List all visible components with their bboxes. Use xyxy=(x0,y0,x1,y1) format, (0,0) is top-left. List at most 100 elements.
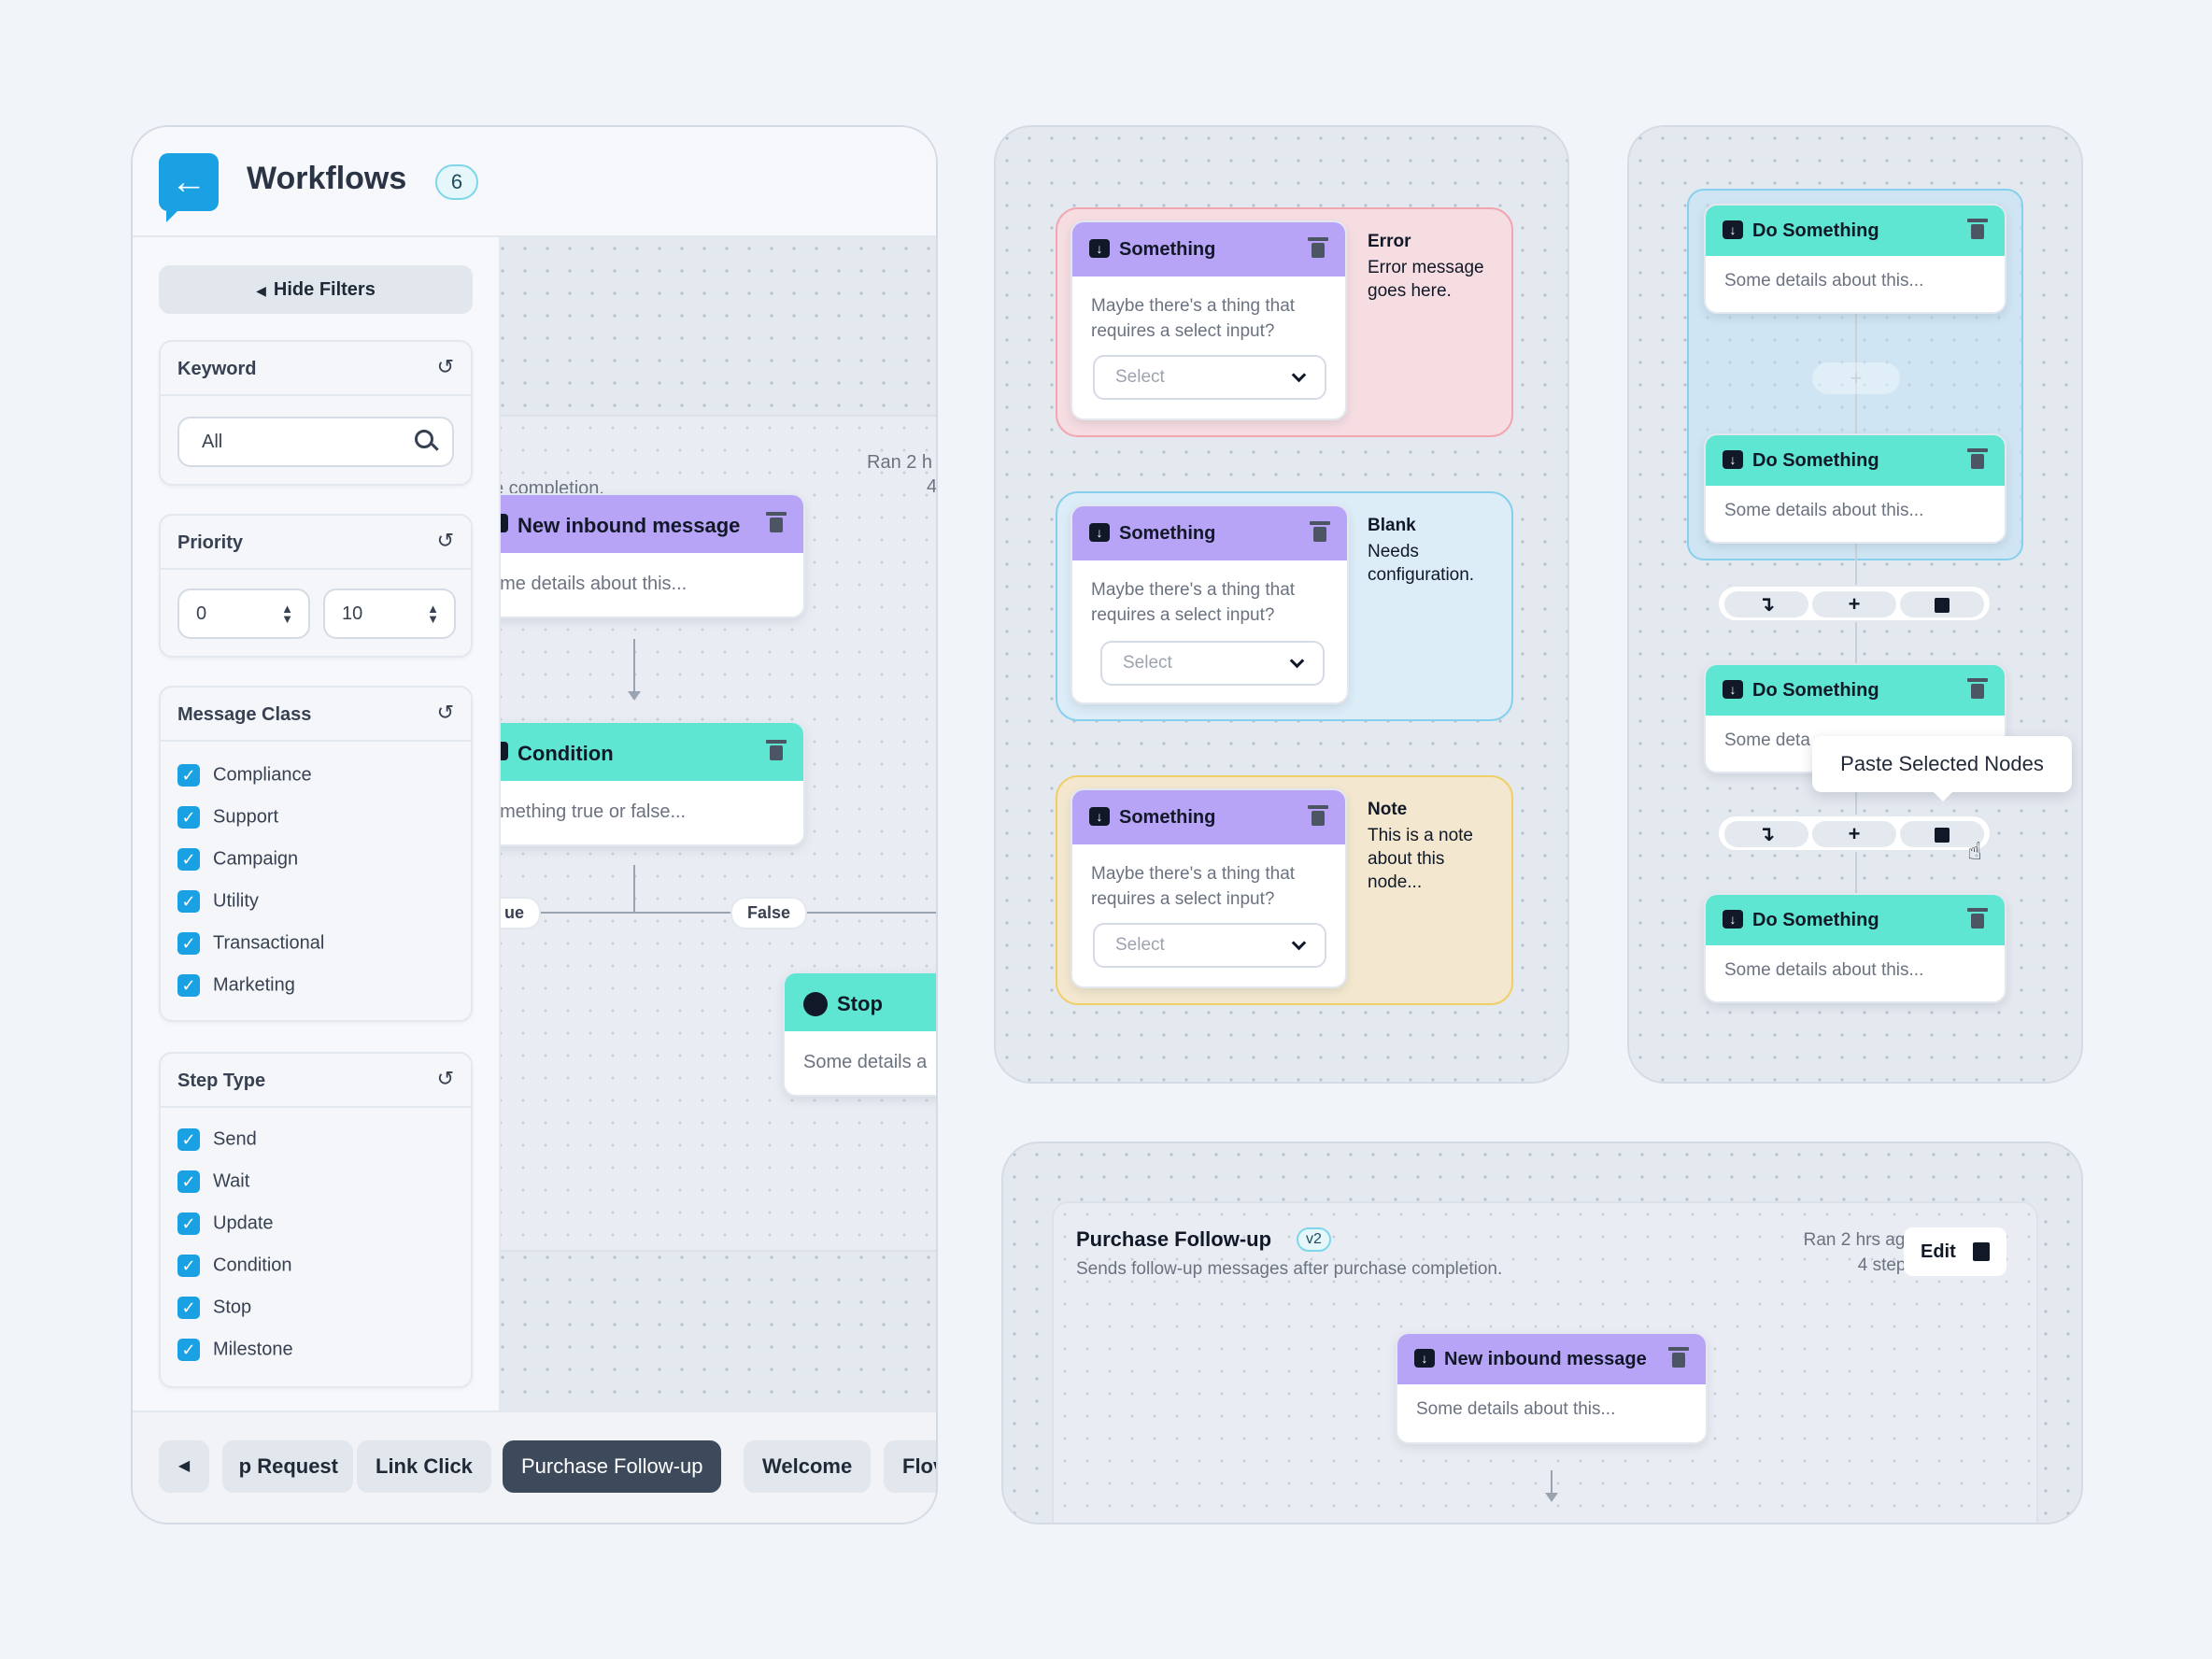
checkbox-send[interactable]: ✓ Send xyxy=(177,1128,257,1156)
node-title: New inbound message xyxy=(1444,1349,1647,1369)
reset-icon[interactable]: ↺ xyxy=(437,355,454,379)
filter-label: Step Type xyxy=(177,1071,266,1091)
checkbox-label: Condition xyxy=(213,1255,292,1276)
tab-workflow-active[interactable]: Purchase Follow-up xyxy=(503,1440,722,1493)
priority-max-value: 10 xyxy=(342,603,363,624)
keyword-input[interactable]: All xyxy=(177,417,454,467)
node-body: Some details about this... xyxy=(1724,501,1924,520)
reset-icon[interactable]: ↺ xyxy=(437,701,454,725)
check-icon: ✓ xyxy=(177,1255,200,1277)
message-icon: ↓ xyxy=(1414,1349,1435,1368)
back-arrow-icon[interactable]: ← xyxy=(159,153,219,222)
stop-icon xyxy=(803,992,828,1016)
tab-workflow[interactable]: Welcome xyxy=(744,1440,872,1493)
hide-filters-button[interactable]: ◀ Hide Filters xyxy=(159,265,473,314)
do-something-node-2[interactable]: ↓ Do Something Some details about this..… xyxy=(1704,433,2006,544)
checkbox-label: Compliance xyxy=(213,764,312,786)
checkbox-condition[interactable]: ✓ Condition xyxy=(177,1255,292,1283)
checkbox-transactional[interactable]: ✓ Transactional xyxy=(177,932,324,960)
select-input[interactable]: Select xyxy=(1100,641,1325,686)
trash-icon[interactable] xyxy=(1308,237,1328,258)
node-title: Something xyxy=(1119,807,1216,828)
check-icon: ✓ xyxy=(177,848,200,871)
insert-branch-button[interactable]: ↴ xyxy=(1724,591,1808,617)
trash-icon[interactable] xyxy=(1967,908,1988,929)
checkbox-support[interactable]: ✓ Support xyxy=(177,806,278,834)
do-something-node-4[interactable]: ↓ Do Something Some details about this..… xyxy=(1704,893,2006,1003)
checkbox-label: Wait xyxy=(213,1170,250,1192)
run-meta: Ran 2 hrs ago 4 steps xyxy=(1804,1227,1915,1278)
state-text: This is a note about this node... xyxy=(1368,826,1473,892)
run-info: Ran 2 h xyxy=(867,452,933,473)
add-step-button[interactable]: + xyxy=(1812,821,1896,847)
flow-node-inbound[interactable]: ↓ New inbound message Some details about… xyxy=(1396,1332,1708,1444)
chevron-down-icon xyxy=(1291,367,1307,383)
flow-node-inbound[interactable]: ↓ New inbound message ome details about … xyxy=(469,493,805,618)
check-icon: ✓ xyxy=(177,1297,200,1319)
node-title: Do Something xyxy=(1752,680,1879,701)
trash-icon[interactable] xyxy=(1668,1347,1689,1368)
check-icon: ✓ xyxy=(177,764,200,787)
edit-icon xyxy=(1973,1242,1990,1261)
priority-min-input[interactable]: 0 ▲ ▼ xyxy=(177,588,310,639)
checkbox-compliance[interactable]: ✓ Compliance xyxy=(177,764,312,792)
trash-icon[interactable] xyxy=(1310,521,1330,542)
keyword-filter: Keyword ↺ All xyxy=(159,340,473,486)
trash-icon[interactable] xyxy=(766,512,787,532)
trash-icon[interactable] xyxy=(1967,219,1988,239)
node-blank[interactable]: ↓ Something Maybe there's a thing that r… xyxy=(1071,504,1349,704)
message-icon: ↓ xyxy=(1089,807,1110,826)
tab-workflow[interactable]: p Request xyxy=(222,1440,353,1493)
message-class-filter: Message Class ↺ ✓ Compliance ✓ Support ✓ Ca… xyxy=(159,686,473,1022)
trash-icon[interactable] xyxy=(1308,805,1328,826)
node-title: Something xyxy=(1119,239,1216,260)
step-count: 4 xyxy=(927,476,936,498)
message-icon: ↓ xyxy=(1723,220,1743,239)
checkbox-stop[interactable]: ✓ Stop xyxy=(177,1297,251,1325)
stepper-icon[interactable]: ▲ ▼ xyxy=(281,603,293,625)
checkbox-update[interactable]: ✓ Update xyxy=(177,1212,274,1241)
checkbox-utility[interactable]: ✓ Utility xyxy=(177,890,259,918)
add-step-ghost: + xyxy=(1812,362,1900,394)
priority-filter: Priority ↺ 0 ▲ ▼ 10 ▲ ▼ xyxy=(159,514,473,658)
node-title: Condition xyxy=(518,742,614,765)
stepper-icon[interactable]: ▲ ▼ xyxy=(427,603,439,625)
check-icon: ✓ xyxy=(177,974,200,997)
edit-button[interactable]: Edit xyxy=(1904,1227,2006,1276)
arrow-down-icon xyxy=(1545,1493,1558,1502)
insert-branch-button[interactable]: ↴ xyxy=(1724,821,1808,847)
checkbox-campaign[interactable]: ✓ Campaign xyxy=(177,848,298,876)
reset-icon[interactable]: ↺ xyxy=(437,1067,454,1091)
priority-max-input[interactable]: 10 ▲ ▼ xyxy=(323,588,456,639)
caret-left-icon: ◀ xyxy=(177,1458,191,1474)
select-input[interactable]: Select xyxy=(1093,355,1326,400)
trash-icon[interactable] xyxy=(1967,678,1988,699)
select-input[interactable]: Select xyxy=(1093,923,1326,968)
page-title: Workflows xyxy=(247,161,407,196)
filters-sidebar: ◀ Hide Filters Keyword ↺ All Priority ↺ 0… xyxy=(133,237,501,1411)
flow-node-stop[interactable]: Stop Some details a xyxy=(783,971,936,1097)
checkbox-wait[interactable]: ✓ Wait xyxy=(177,1170,249,1198)
node-error[interactable]: ↓ Something Maybe there's a thing that r… xyxy=(1071,220,1347,420)
version-badge: v2 xyxy=(1297,1227,1331,1252)
tab-workflow[interactable]: Flov xyxy=(884,1440,936,1493)
check-icon: ✓ xyxy=(177,932,200,955)
reset-icon[interactable]: ↺ xyxy=(437,529,454,553)
flow-node-condition[interactable]: ↓ Condition omething true or false... xyxy=(469,721,805,846)
node-note[interactable]: ↓ Something Maybe there's a thing that r… xyxy=(1071,788,1347,988)
add-step-button[interactable]: + xyxy=(1812,591,1896,617)
scroll-left-button[interactable]: ◀ xyxy=(159,1440,209,1493)
do-something-node-1[interactable]: ↓ Do Something Some details about this..… xyxy=(1704,204,2006,314)
checkbox-milestone[interactable]: ✓ Milestone xyxy=(177,1339,293,1367)
clipboard-icon xyxy=(1935,828,1950,844)
tab-workflow[interactable]: Link Click xyxy=(357,1440,491,1493)
state-text: Error message goes here. xyxy=(1368,258,1484,301)
paste-button[interactable] xyxy=(1900,591,1984,617)
trash-icon[interactable] xyxy=(1967,448,1988,469)
edit-label: Edit xyxy=(1921,1241,1956,1262)
plus-icon: + xyxy=(1848,822,1861,845)
trash-icon[interactable] xyxy=(766,740,787,760)
checkbox-marketing[interactable]: ✓ Marketing xyxy=(177,974,295,1002)
message-icon: ↓ xyxy=(1089,239,1110,258)
workflow-card[interactable]: Purchase Follow-up v2 Sends follow-up me… xyxy=(1052,1201,2038,1523)
